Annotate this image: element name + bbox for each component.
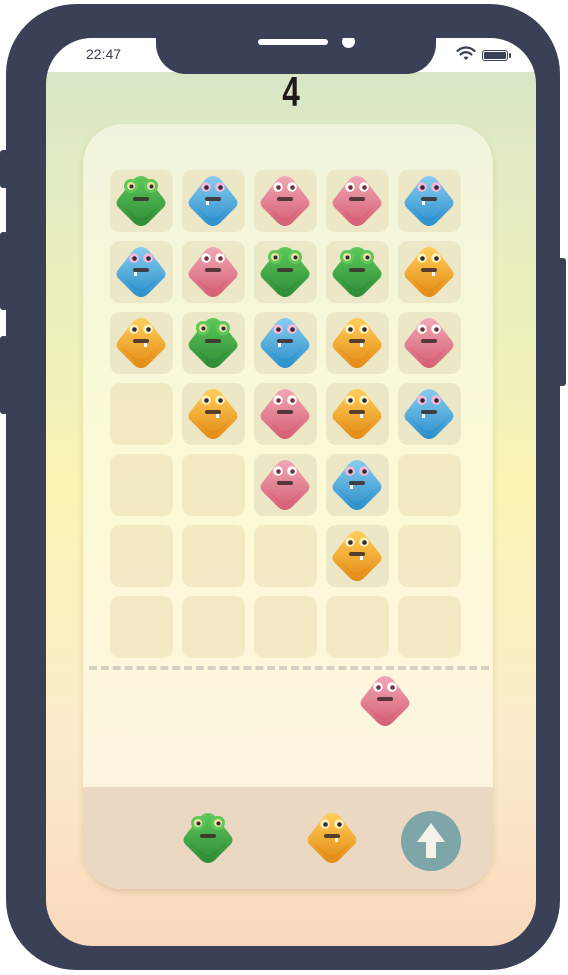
grid-cell[interactable]	[182, 596, 245, 658]
orange-monster-icon	[307, 813, 357, 863]
grid-cell[interactable]	[254, 312, 317, 374]
grid-cell[interactable]	[254, 241, 317, 303]
green-monster-icon	[183, 813, 233, 863]
grid-cell[interactable]	[398, 170, 461, 232]
next-monster-2[interactable]	[303, 809, 361, 871]
battery-icon	[482, 50, 511, 61]
grid-cell[interactable]	[110, 312, 173, 374]
grid-cell[interactable]	[182, 241, 245, 303]
grid-cell[interactable]	[326, 383, 389, 445]
grid-cell[interactable]	[398, 596, 461, 658]
pink-monster-icon	[260, 176, 310, 226]
grid-cell[interactable]	[326, 596, 389, 658]
grid-cell[interactable]	[110, 454, 173, 516]
green-monster-icon	[260, 247, 310, 297]
grid-cell[interactable]	[398, 454, 461, 516]
monster-grid	[110, 170, 462, 667]
launcher-bar	[83, 787, 493, 889]
speaker	[258, 39, 328, 45]
grid-cell[interactable]	[110, 596, 173, 658]
grid-row	[110, 454, 462, 516]
next-monster-1	[179, 809, 237, 871]
blue-monster-icon	[404, 176, 454, 226]
grid-cell[interactable]	[326, 170, 389, 232]
grid-row	[110, 525, 462, 587]
blue-monster-icon	[404, 389, 454, 439]
grid-cell[interactable]	[110, 241, 173, 303]
grid-cell[interactable]	[398, 241, 461, 303]
grid-row	[110, 312, 462, 374]
grid-row	[110, 170, 462, 232]
grid-row	[110, 596, 462, 658]
phone-frame: 22:47 4	[6, 4, 560, 970]
orange-monster-icon	[188, 389, 238, 439]
orange-monster-icon	[332, 318, 382, 368]
grid-cell[interactable]	[182, 312, 245, 374]
grid-cell[interactable]	[326, 454, 389, 516]
grid-cell[interactable]	[182, 454, 245, 516]
pink-monster-icon	[260, 389, 310, 439]
blue-monster-icon	[260, 318, 310, 368]
green-monster-icon	[116, 176, 166, 226]
camera	[342, 38, 355, 48]
grid-cell[interactable]	[326, 525, 389, 587]
score-counter: 4	[282, 68, 300, 115]
grid-cell[interactable]	[254, 170, 317, 232]
status-bar: 22:47	[46, 38, 536, 74]
side-button-volume-down	[0, 336, 8, 414]
grid-cell[interactable]	[398, 525, 461, 587]
pink-monster-icon	[360, 676, 410, 726]
grid-cell[interactable]	[110, 383, 173, 445]
grid-row	[110, 383, 462, 445]
blue-monster-icon	[332, 460, 382, 510]
falling-monster[interactable]	[356, 672, 414, 734]
blue-monster-icon	[116, 247, 166, 297]
grid-cell[interactable]	[110, 525, 173, 587]
status-time: 22:47	[86, 46, 122, 62]
grid-cell[interactable]	[182, 525, 245, 587]
wifi-icon	[456, 46, 476, 60]
grid-row	[110, 241, 462, 303]
grid-cell[interactable]	[398, 383, 461, 445]
pink-monster-icon	[260, 460, 310, 510]
shoot-button[interactable]	[401, 811, 461, 871]
grid-cell[interactable]	[326, 312, 389, 374]
grid-cell[interactable]	[182, 383, 245, 445]
grid-cell[interactable]	[182, 170, 245, 232]
side-button-mute	[0, 150, 8, 188]
grid-cell[interactable]	[326, 241, 389, 303]
grid-cell[interactable]	[398, 312, 461, 374]
grid-cell[interactable]	[254, 454, 317, 516]
green-monster-icon	[188, 318, 238, 368]
game-board	[83, 124, 493, 889]
arrow-up-icon	[417, 823, 445, 858]
orange-monster-icon	[404, 247, 454, 297]
side-button-volume-up	[0, 232, 8, 310]
grid-cell[interactable]	[110, 170, 173, 232]
green-monster-icon	[332, 247, 382, 297]
orange-monster-icon	[332, 389, 382, 439]
pink-monster-icon	[404, 318, 454, 368]
pink-monster-icon	[332, 176, 382, 226]
grid-cell[interactable]	[254, 525, 317, 587]
orange-monster-icon	[116, 318, 166, 368]
drop-line	[89, 666, 489, 670]
pink-monster-icon	[188, 247, 238, 297]
blue-monster-icon	[188, 176, 238, 226]
grid-cell[interactable]	[254, 596, 317, 658]
grid-cell[interactable]	[254, 383, 317, 445]
side-button-power	[558, 258, 566, 386]
orange-monster-icon	[332, 531, 382, 581]
game-screen: 22:47 4	[46, 38, 536, 946]
